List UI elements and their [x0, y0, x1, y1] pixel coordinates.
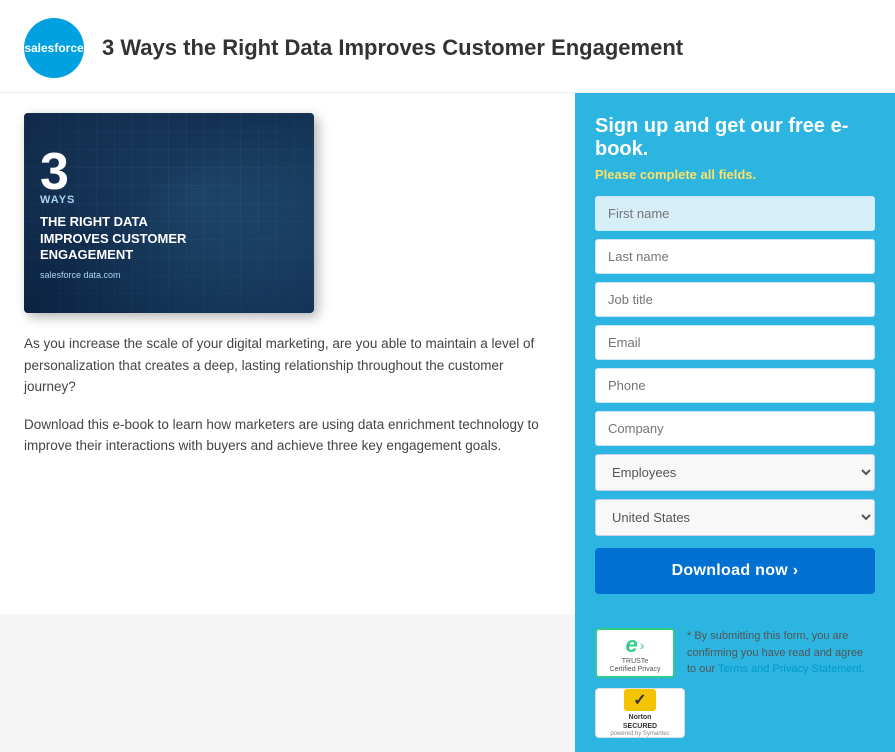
email-input[interactable]: [595, 325, 875, 360]
norton-text: Norton SECURED: [623, 713, 657, 731]
terms-link[interactable]: Terms and Privacy Statement.: [718, 663, 865, 675]
truste-text: TRUSTeCertified Privacy: [610, 658, 661, 675]
truste-badge: e › TRUSTeCertified Privacy: [595, 628, 675, 678]
bottom-area: e › TRUSTeCertified Privacy * By submitt…: [0, 614, 895, 752]
country-select[interactable]: United States Canada United Kingdom Aust…: [595, 499, 875, 536]
norton-badge: ✓ Norton SECURED powered by Symantec: [595, 688, 685, 738]
logo-text: salesforce: [24, 41, 83, 55]
bottom-left: [0, 614, 575, 752]
book-cover: 3 WAYS THE RIGHT DATAIMPROVES CUSTOMEREN…: [24, 113, 314, 313]
header: salesforce 3 Ways the Right Data Improve…: [0, 0, 895, 93]
norton-secured-sub: SECURED: [623, 723, 657, 730]
truste-e-icon: e: [626, 632, 638, 658]
trust-badges-row: e › TRUSTeCertified Privacy * By submitt…: [595, 628, 875, 678]
bottom-right: e › TRUSTeCertified Privacy * By submitt…: [575, 614, 895, 752]
last-name-input[interactable]: [595, 239, 875, 274]
book-ways-label: WAYS: [40, 194, 298, 206]
form-title: Sign up and get our free e-book.: [595, 115, 875, 161]
book-subtitle: THE RIGHT DATAIMPROVES CUSTOMERENGAGEMEN…: [40, 214, 298, 265]
first-name-input[interactable]: [595, 196, 875, 231]
page-title: 3 Ways the Right Data Improves Customer …: [102, 34, 683, 62]
employees-select[interactable]: Employees 1-10 11-50 51-200 201-500 501-…: [595, 454, 875, 491]
norton-symantec-text: powered by Symantec: [610, 731, 669, 737]
truste-arrow-icon: ›: [640, 637, 645, 653]
description-paragraph-1: As you increase the scale of your digita…: [24, 333, 551, 398]
book-brand: salesforce data.com: [40, 270, 298, 280]
right-panel: Sign up and get our free e-book. Please …: [575, 93, 895, 614]
norton-check-icon: ✓: [624, 689, 656, 711]
company-input[interactable]: [595, 411, 875, 446]
download-button[interactable]: Download now ›: [595, 548, 875, 594]
salesforce-logo: salesforce: [24, 18, 84, 78]
left-panel: 3 WAYS THE RIGHT DATAIMPROVES CUSTOMEREN…: [0, 93, 575, 614]
main-content: 3 WAYS THE RIGHT DATAIMPROVES CUSTOMEREN…: [0, 93, 895, 614]
trust-disclaimer: * By submitting this form, you are confi…: [687, 628, 875, 678]
job-title-input[interactable]: [595, 282, 875, 317]
book-number: 3: [40, 146, 298, 198]
phone-input[interactable]: [595, 368, 875, 403]
norton-secured-label: Norton: [629, 714, 652, 721]
norton-row: ✓ Norton SECURED powered by Symantec: [595, 688, 875, 738]
description-paragraph-2: Download this e-book to learn how market…: [24, 414, 551, 457]
form-subtitle: Please complete all fields.: [595, 167, 875, 182]
